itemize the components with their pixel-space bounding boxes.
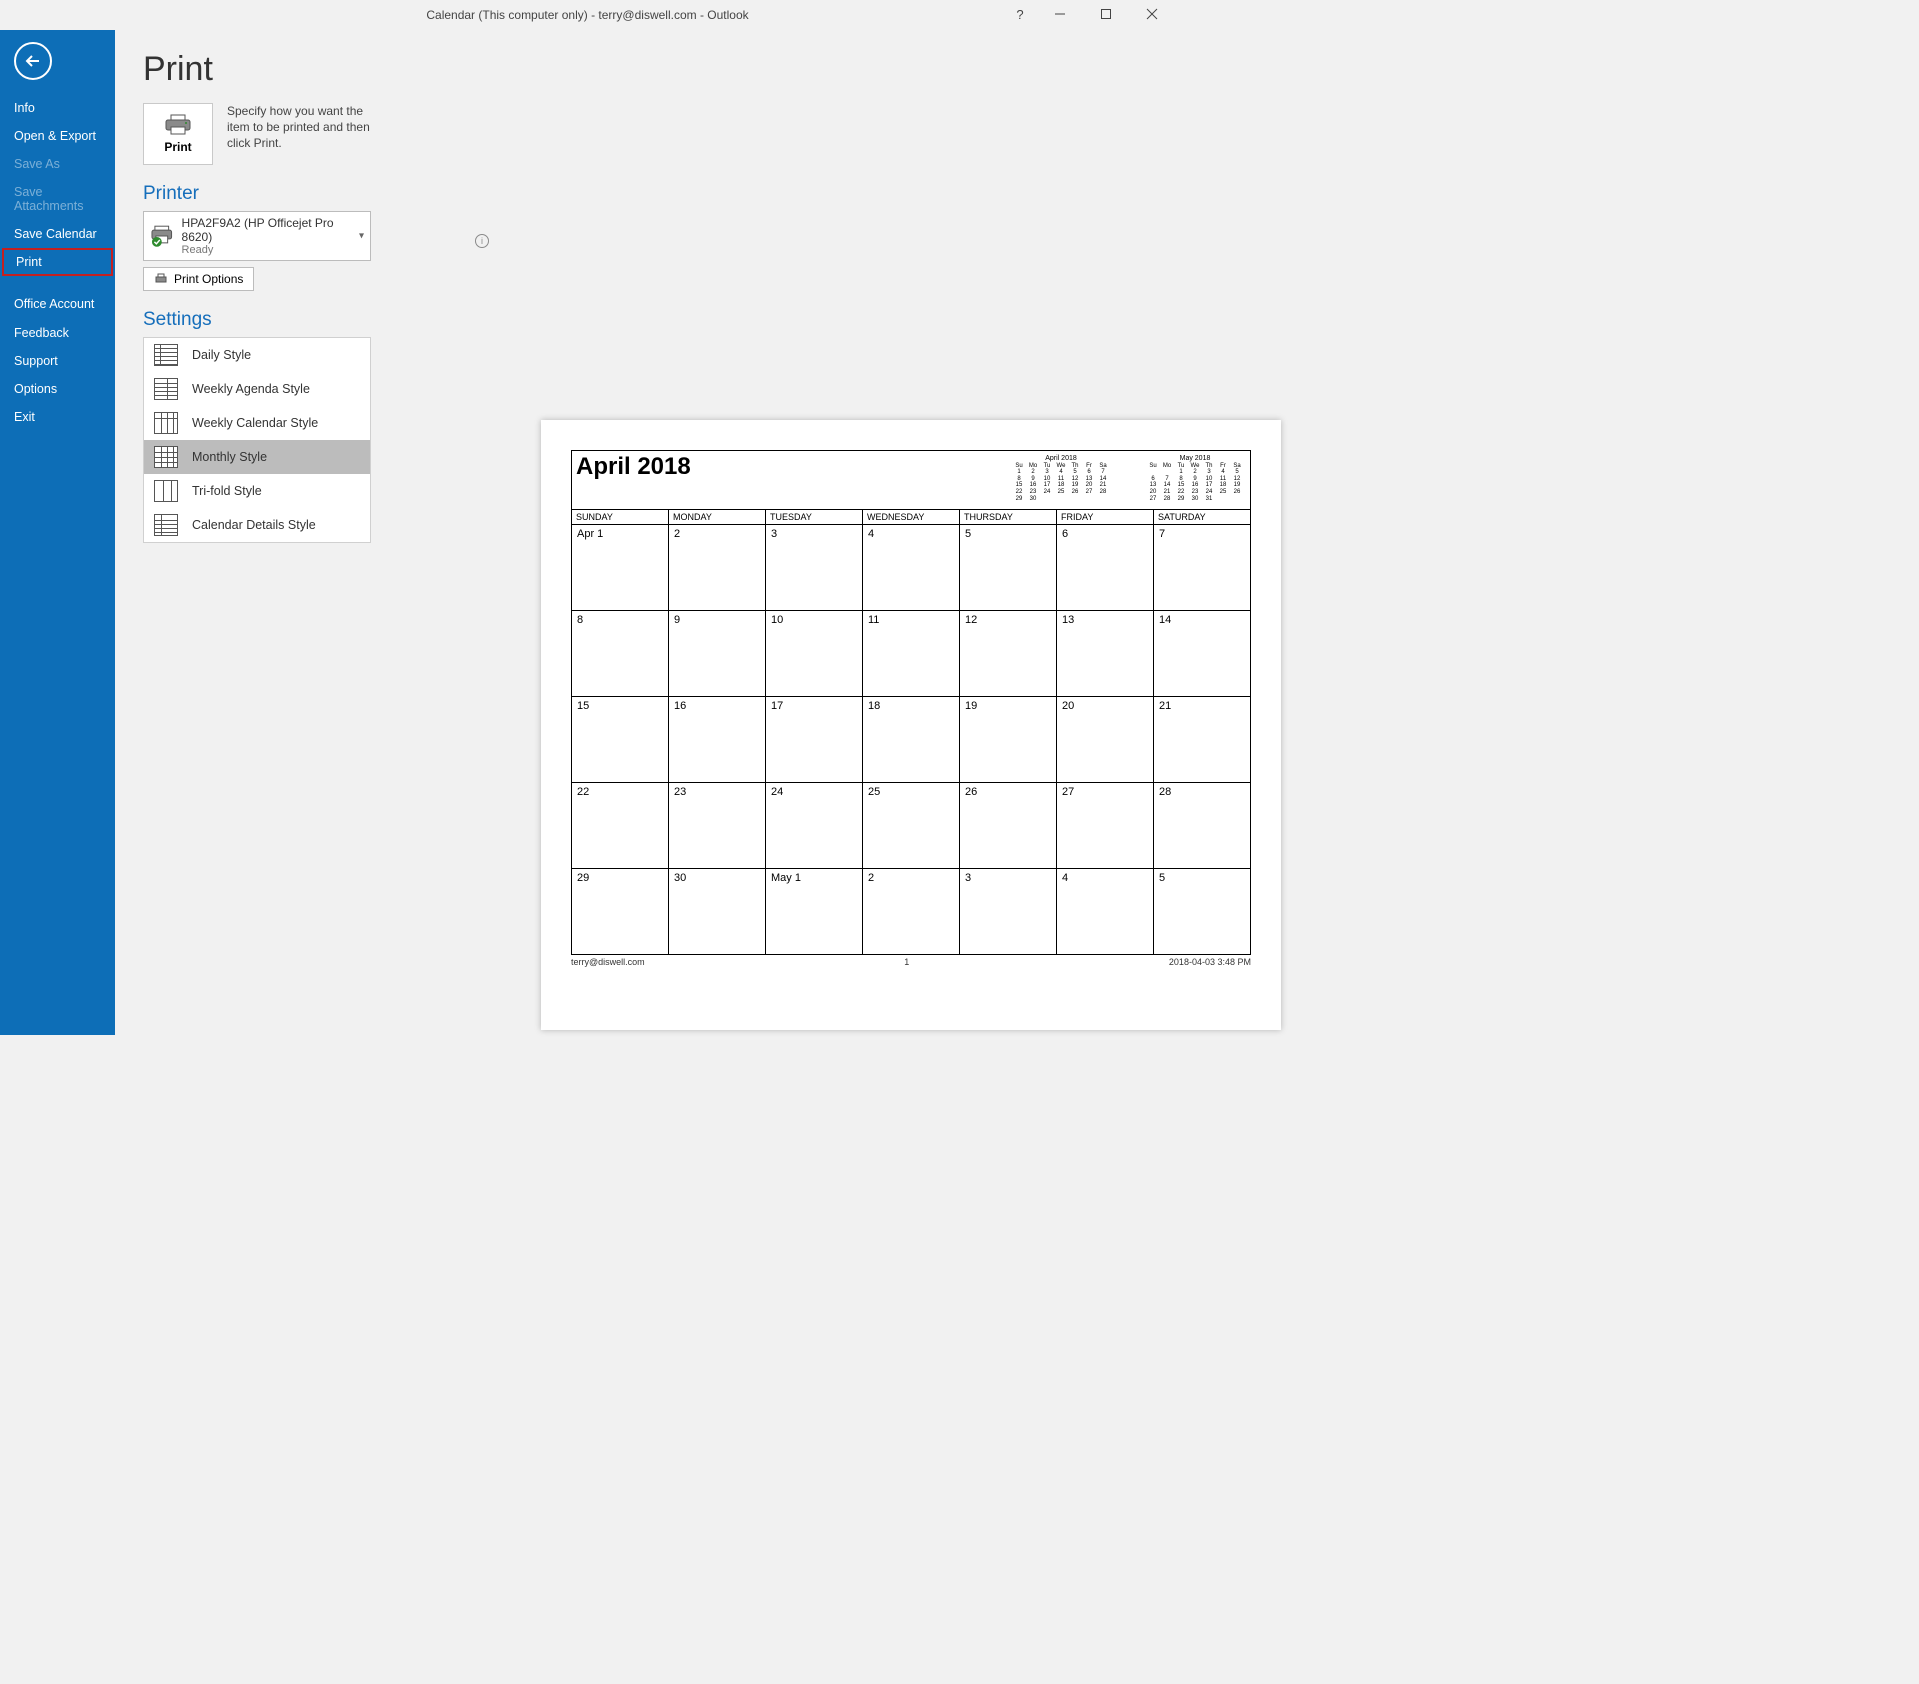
- maximize-button[interactable]: [1083, 0, 1129, 28]
- backstage-sidebar: InfoOpen & ExportSave AsSave Attachments…: [0, 30, 115, 1035]
- calendar-cell: 28: [1154, 783, 1251, 869]
- print-button-label: Print: [164, 140, 191, 154]
- chevron-down-icon: ▾: [359, 231, 364, 242]
- titlebar: Calendar (This computer only) - terry@di…: [0, 0, 1175, 30]
- printer-info-icon[interactable]: i: [475, 234, 489, 248]
- sidebar-item-exit[interactable]: Exit: [0, 403, 115, 431]
- calendar-cell: Apr 1: [572, 525, 669, 611]
- page-title: Print: [143, 50, 1151, 89]
- sidebar-item-support[interactable]: Support: [0, 347, 115, 375]
- print-style-weekly-calendar-style[interactable]: Weekly Calendar Style: [144, 406, 370, 440]
- calendar-cell: 19: [960, 697, 1057, 783]
- calendar-cell: 23: [669, 783, 766, 869]
- preview-footer-email: terry@diswell.com: [571, 957, 645, 967]
- calendar-cell: 21: [1154, 697, 1251, 783]
- calendar-cell: 15: [572, 697, 669, 783]
- arrow-left-icon: [24, 52, 42, 70]
- printer-selector[interactable]: HPA2F9A2 (HP Officejet Pro 8620) Ready ▾: [143, 211, 371, 261]
- close-button[interactable]: [1129, 0, 1175, 28]
- sidebar-item-info[interactable]: Info: [0, 94, 115, 122]
- calendar-cell: 26: [960, 783, 1057, 869]
- calendar-cell: 5: [960, 525, 1057, 611]
- calendar-cell: 3: [766, 525, 863, 611]
- print-options-button[interactable]: Print Options: [143, 267, 254, 291]
- calendar-cell: 10: [766, 611, 863, 697]
- mini-calendar-next: May 2018SuMoTuWeThFrSa123456789101112131…: [1146, 455, 1244, 502]
- mini-calendar-current: April 2018SuMoTuWeThFrSa1234567891011121…: [1012, 455, 1110, 502]
- calendar-cell: 5: [1154, 869, 1251, 955]
- sidebar-item-office-account[interactable]: Office Account: [0, 290, 115, 319]
- sidebar-item-options[interactable]: Options: [0, 375, 115, 403]
- help-button[interactable]: ?: [1003, 0, 1037, 28]
- calendar-cell: 30: [669, 869, 766, 955]
- sidebar-item-save-as: Save As: [0, 150, 115, 178]
- printer-heading: Printer: [143, 183, 1151, 205]
- print-button[interactable]: Print: [143, 103, 213, 165]
- sidebar-item-feedback[interactable]: Feedback: [0, 319, 115, 347]
- preview-footer: terry@diswell.com 1 2018-04-03 3:48 PM: [571, 957, 1251, 967]
- calendar-cell: 29: [572, 869, 669, 955]
- content-area: Print Print Specify how you want the ite…: [115, 30, 1175, 1035]
- calendar-cell: 4: [863, 525, 960, 611]
- settings-heading: Settings: [143, 309, 1151, 331]
- preview-calendar-grid: Apr 123456789101112131415161718192021222…: [571, 525, 1251, 955]
- calendar-cell: 18: [863, 697, 960, 783]
- window-title: Calendar (This computer only) - terry@di…: [426, 8, 748, 22]
- calendar-cell: 6: [1057, 525, 1154, 611]
- print-style-weekly-agenda-style[interactable]: Weekly Agenda Style: [144, 372, 370, 406]
- calendar-cell: 20: [1057, 697, 1154, 783]
- calendar-cell: 2: [669, 525, 766, 611]
- minimize-button[interactable]: [1037, 0, 1083, 28]
- print-preview: April 2018 April 2018SuMoTuWeThFrSa12345…: [541, 420, 1281, 1030]
- print-style-daily-style[interactable]: Daily Style: [144, 338, 370, 372]
- calendar-cell: 24: [766, 783, 863, 869]
- printer-ready-icon: [150, 225, 174, 247]
- printer-status: Ready: [182, 244, 364, 256]
- print-help-text: Specify how you want the item to be prin…: [227, 103, 377, 165]
- calendar-cell: 25: [863, 783, 960, 869]
- calendar-cell: May 1: [766, 869, 863, 955]
- preview-header: April 2018 April 2018SuMoTuWeThFrSa12345…: [571, 450, 1251, 510]
- preview-month-title: April 2018: [576, 453, 691, 481]
- calendar-cell: 17: [766, 697, 863, 783]
- calendar-cell: 27: [1057, 783, 1154, 869]
- calendar-cell: 9: [669, 611, 766, 697]
- print-style-calendar-details-style[interactable]: Calendar Details Style: [144, 508, 370, 542]
- back-button[interactable]: [14, 42, 52, 80]
- print-options-icon: [154, 273, 168, 285]
- calendar-cell: 11: [863, 611, 960, 697]
- print-style-list: Daily StyleWeekly Agenda StyleWeekly Cal…: [143, 337, 371, 543]
- calendar-cell: 13: [1057, 611, 1154, 697]
- print-style-monthly-style[interactable]: Monthly Style: [144, 440, 370, 474]
- printer-name: HPA2F9A2 (HP Officejet Pro 8620): [182, 216, 364, 244]
- sidebar-item-save-calendar[interactable]: Save Calendar: [0, 220, 115, 248]
- sidebar-item-open-export[interactable]: Open & Export: [0, 122, 115, 150]
- calendar-cell: 2: [863, 869, 960, 955]
- preview-footer-page: 1: [904, 957, 909, 967]
- calendar-cell: 22: [572, 783, 669, 869]
- calendar-cell: 16: [669, 697, 766, 783]
- sidebar-item-save-attachments: Save Attachments: [0, 178, 115, 220]
- preview-footer-timestamp: 2018-04-03 3:48 PM: [1169, 957, 1251, 967]
- calendar-cell: 3: [960, 869, 1057, 955]
- calendar-cell: 12: [960, 611, 1057, 697]
- sidebar-item-print[interactable]: Print: [2, 248, 113, 276]
- preview-dow-header: SUNDAYMONDAYTUESDAYWEDNESDAYTHURSDAYFRID…: [571, 510, 1251, 525]
- calendar-cell: 7: [1154, 525, 1251, 611]
- printer-icon: [164, 114, 192, 136]
- calendar-cell: 14: [1154, 611, 1251, 697]
- print-style-tri-fold-style[interactable]: Tri-fold Style: [144, 474, 370, 508]
- calendar-cell: 8: [572, 611, 669, 697]
- calendar-cell: 4: [1057, 869, 1154, 955]
